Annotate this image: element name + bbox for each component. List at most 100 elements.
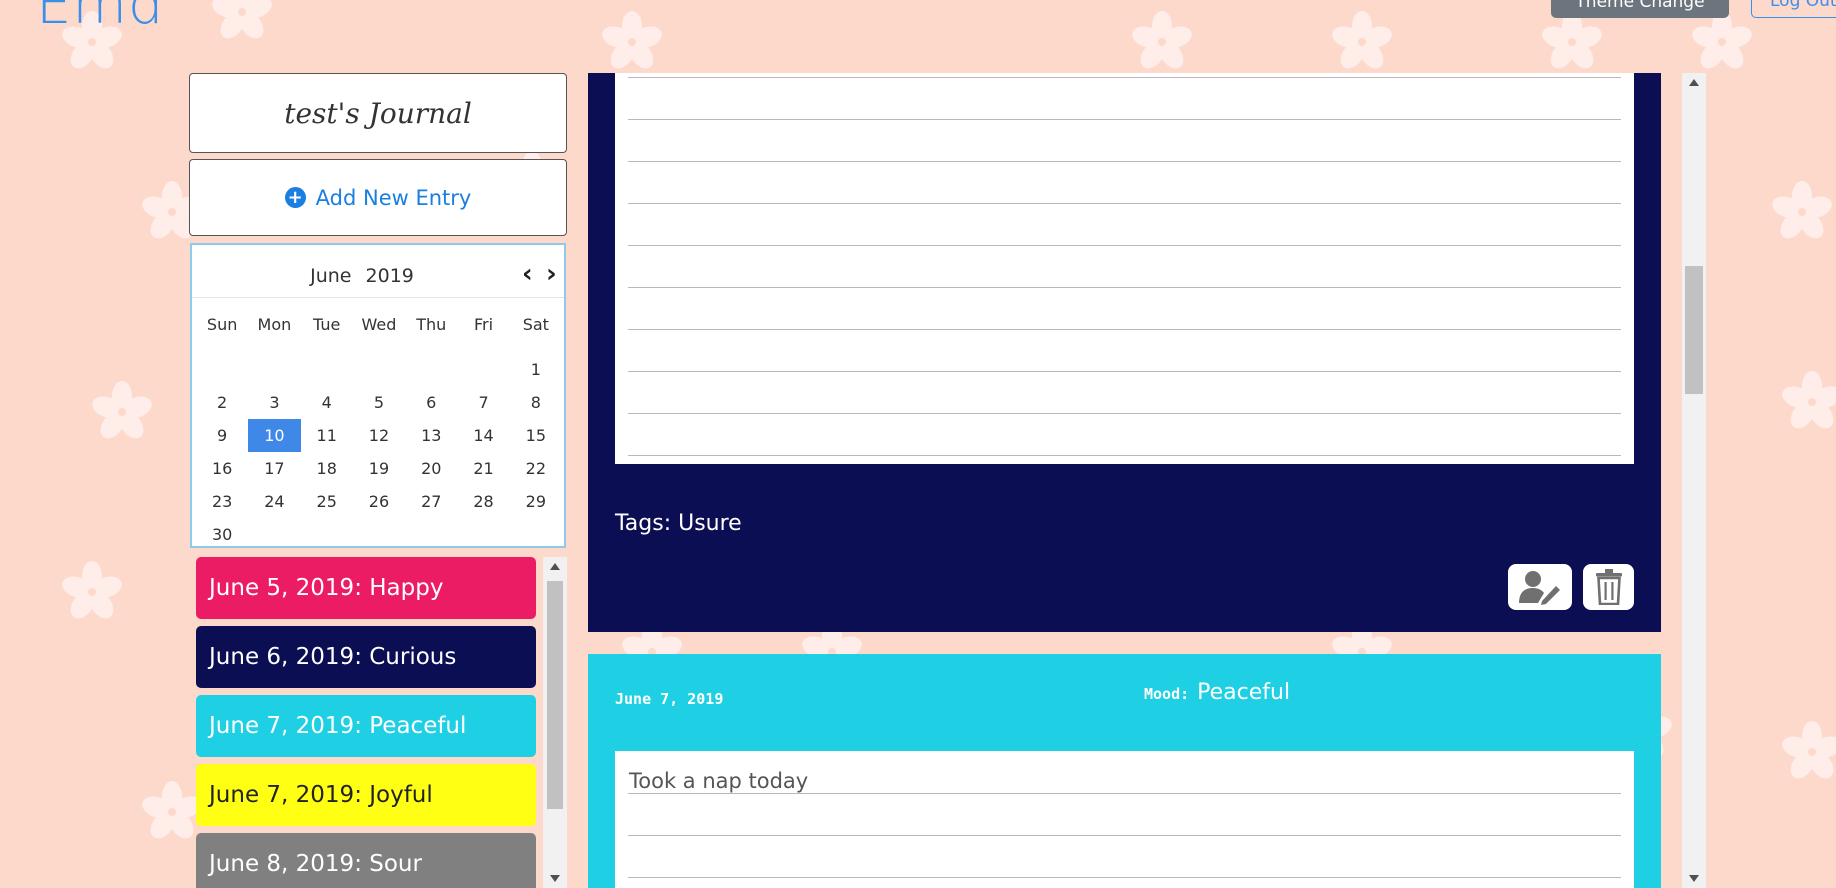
calendar-divider (192, 297, 564, 298)
blossom-icon (92, 381, 152, 439)
entry-list-item[interactable]: June 5, 2019: Happy (196, 557, 536, 619)
calendar-day[interactable]: 1 (510, 353, 562, 386)
calendar-day[interactable]: 16 (196, 452, 248, 485)
blossom-icon (1132, 11, 1192, 69)
calendar-day[interactable]: 29 (510, 485, 562, 518)
calendar-day[interactable]: 17 (248, 452, 300, 485)
blossom-icon (62, 561, 122, 619)
calendar-day[interactable]: 10 (248, 419, 301, 452)
ruled-line (628, 77, 1621, 78)
ruled-line (628, 413, 1621, 414)
calendar-week: 1 (196, 353, 562, 386)
calendar-day[interactable]: 7 (457, 386, 509, 419)
blossom-icon (1772, 181, 1832, 239)
calendar-empty-cell (353, 518, 405, 551)
ruled-line (628, 203, 1621, 204)
calendar-empty-cell (510, 518, 562, 551)
calendar-year: 2019 (365, 265, 414, 287)
blossom-icon (1782, 721, 1836, 779)
ruled-line (628, 835, 1621, 836)
add-new-entry-label: Add New Entry (315, 185, 472, 210)
entry-list-item[interactable]: June 6, 2019: Curious (196, 626, 536, 688)
entry-list-scrollbar[interactable] (543, 557, 567, 888)
calendar-empty-cell (405, 518, 457, 551)
calendar-week: 23 24 25 26 27 28 29 (196, 485, 562, 518)
blossom-icon (602, 11, 662, 69)
blossom-icon (1692, 11, 1752, 69)
calendar-day[interactable]: 13 (405, 419, 457, 452)
entry-list-item[interactable]: June 7, 2019: Joyful (196, 764, 536, 826)
calendar-day[interactable]: 23 (196, 485, 248, 518)
weekday-label: Tue (313, 315, 341, 334)
weekday-header: Sun Mon Tue Wed Thu Fri Sat (196, 313, 562, 353)
ruled-line (628, 119, 1621, 120)
calendar-prev-icon[interactable]: ‹ (522, 259, 533, 289)
brand-logo[interactable]: Emd (36, 0, 164, 37)
blossom-icon (212, 0, 272, 39)
mood-key: Mood: (1144, 685, 1190, 703)
calendar-day[interactable]: 30 (196, 518, 248, 551)
user-edit-icon (1519, 571, 1560, 605)
scroll-up-icon[interactable] (550, 563, 560, 570)
calendar-day[interactable]: 28 (457, 485, 509, 518)
blossom-icon (1332, 11, 1392, 69)
calendar-empty-cell (248, 353, 300, 386)
calendar-day[interactable]: 12 (353, 419, 405, 452)
ruled-line (628, 455, 1621, 456)
calendar-day[interactable]: 8 (510, 386, 562, 419)
calendar-day[interactable]: 27 (405, 485, 457, 518)
calendar-month: June (310, 265, 352, 287)
ruled-line (628, 161, 1621, 162)
weekday-label: Sat (522, 315, 549, 334)
calendar-empty-cell (353, 353, 405, 386)
calendar-day[interactable]: 20 (405, 452, 457, 485)
calendar-empty-cell (457, 353, 509, 386)
calendar-day[interactable]: 19 (353, 452, 405, 485)
logout-button[interactable]: Log Out (1751, 0, 1836, 18)
entry-date: June 7, 2019 (615, 690, 724, 708)
calendar-day[interactable]: 25 (301, 485, 353, 518)
scroll-thumb[interactable] (547, 581, 563, 809)
calendar-day[interactable]: 3 (248, 386, 300, 419)
scroll-thumb[interactable] (1685, 266, 1703, 394)
calendar-grid: Sun Mon Tue Wed Thu Fri Sat 1 2 3 4 5 6 7 8 9 10 11 12 13 14… (196, 313, 562, 551)
calendar-day[interactable]: 26 (353, 485, 405, 518)
calendar-day[interactable]: 5 (353, 386, 405, 419)
entry-mood: Mood: Peaceful (1144, 680, 1290, 705)
calendar-day[interactable]: 9 (196, 419, 248, 452)
calendar-empty-cell (301, 518, 353, 551)
calendar-day[interactable]: 22 (510, 452, 562, 485)
edit-entry-button[interactable] (1508, 564, 1572, 610)
entry-tags: Tags: Usure (615, 511, 742, 536)
ruled-line (628, 877, 1621, 878)
calendar-day[interactable]: 11 (301, 419, 353, 452)
delete-entry-button[interactable] (1583, 564, 1634, 610)
add-new-entry-button[interactable]: + Add New Entry (189, 159, 567, 236)
calendar-day[interactable]: 18 (301, 452, 353, 485)
entry-list-item[interactable]: June 8, 2019: Sour (196, 833, 536, 888)
calendar-week: 2345678 (196, 386, 562, 419)
main-scrollbar[interactable] (1682, 73, 1706, 888)
scroll-up-icon[interactable] (1689, 79, 1699, 86)
calendar-week: 9 10 11 12 13 14 15 (196, 419, 562, 452)
calendar-next-icon[interactable]: › (546, 259, 557, 289)
calendar-day[interactable]: 4 (301, 386, 353, 419)
journal-title: test's Journal (189, 73, 567, 153)
scroll-down-icon[interactable] (1689, 875, 1699, 882)
calendar-empty-cell (301, 353, 353, 386)
calendar-month-year: June 2019 (192, 265, 532, 287)
theme-change-button[interactable]: Theme Change (1551, 0, 1729, 18)
calendar-day[interactable]: 2 (196, 386, 248, 419)
weekday-label: Mon (257, 315, 292, 334)
entry-list-item[interactable]: June 7, 2019: Peaceful (196, 695, 536, 757)
calendar-day[interactable]: 14 (457, 419, 509, 452)
calendar-day[interactable]: 24 (248, 485, 300, 518)
ruled-line (628, 287, 1621, 288)
weekday-label: Thu (416, 315, 447, 334)
calendar-day[interactable]: 15 (510, 419, 562, 452)
calendar-day[interactable]: 21 (457, 452, 509, 485)
calendar-day[interactable]: 6 (405, 386, 457, 419)
scroll-down-icon[interactable] (550, 875, 560, 882)
ruled-line (628, 329, 1621, 330)
ruled-line (628, 245, 1621, 246)
